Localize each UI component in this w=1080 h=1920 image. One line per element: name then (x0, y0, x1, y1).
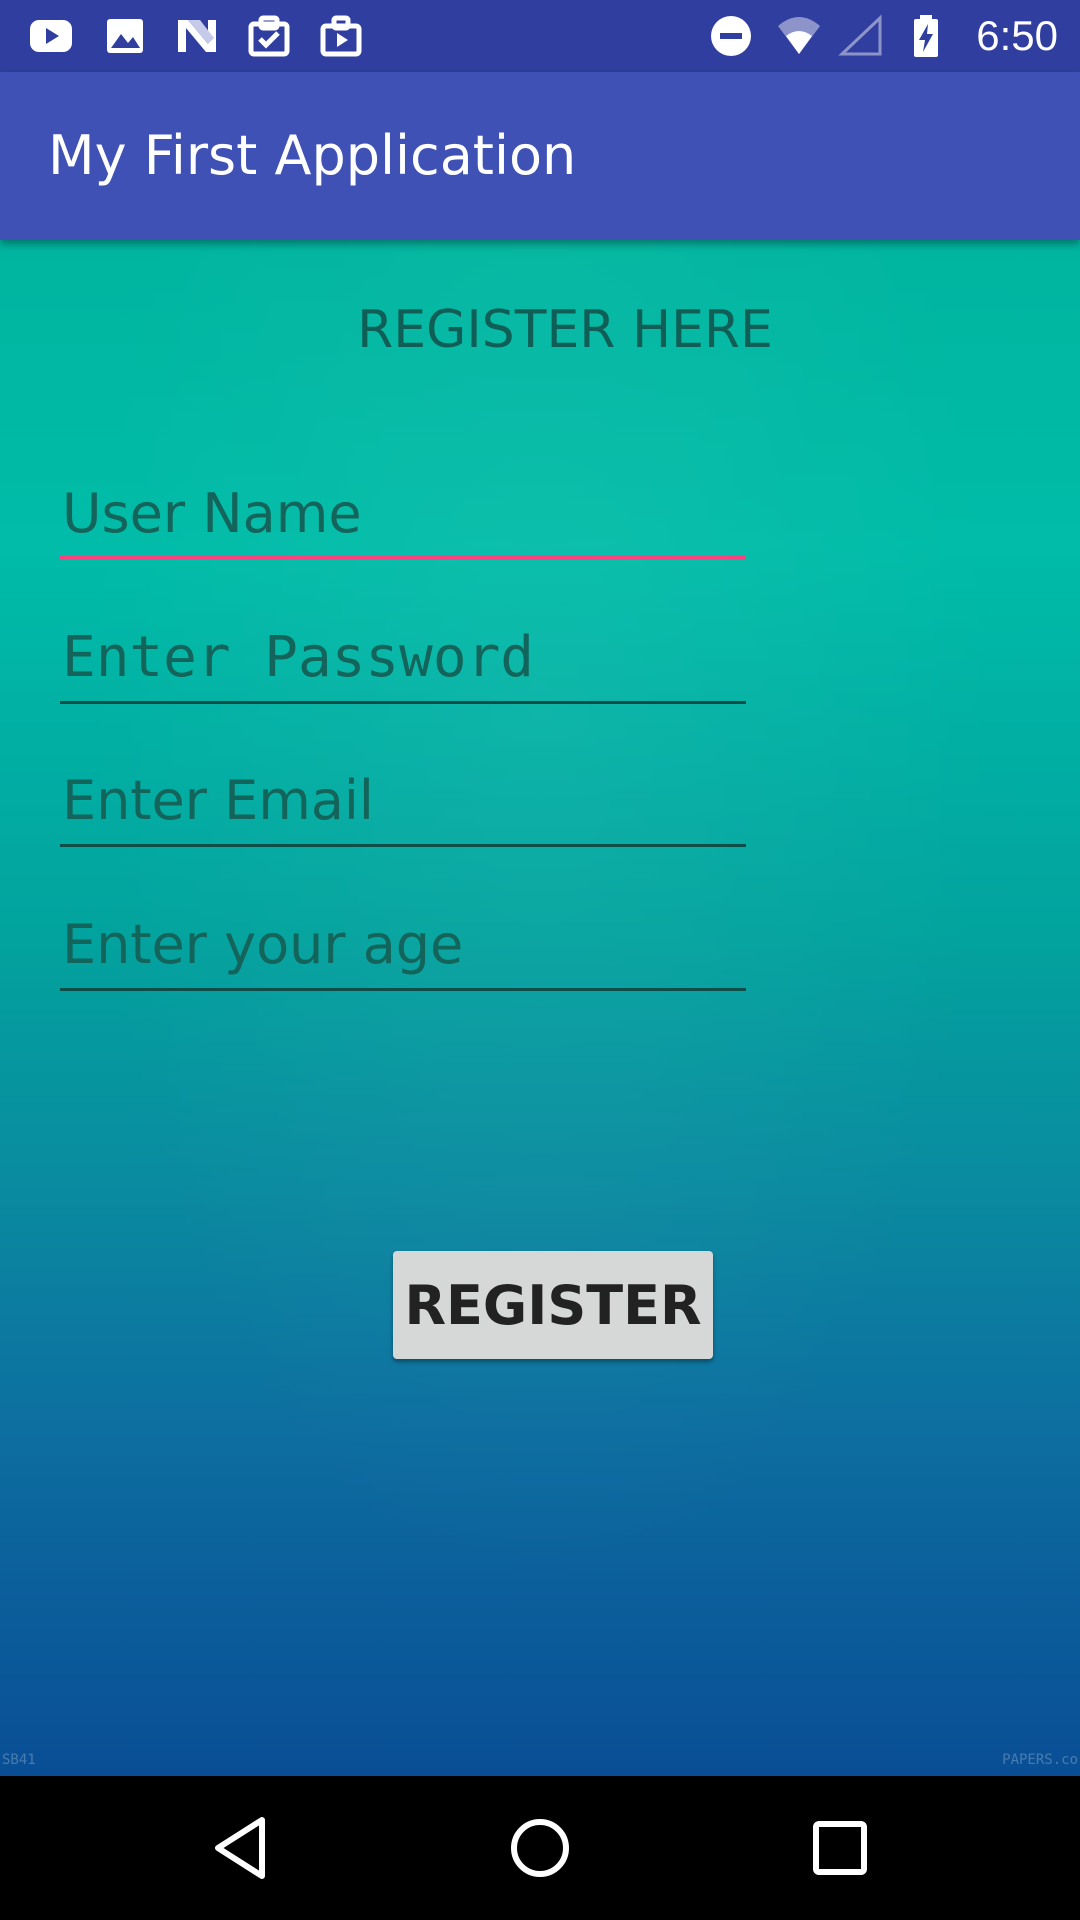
n-logo-icon (174, 14, 220, 58)
age-input[interactable] (60, 901, 748, 987)
wifi-icon (776, 14, 822, 58)
briefcase-play-icon (318, 14, 364, 58)
image-icon (102, 14, 148, 58)
user-name-input[interactable] (60, 470, 748, 556)
email-input[interactable] (60, 757, 748, 843)
status-bar: 6:50 (0, 0, 1080, 72)
app-bar: My First Application (0, 72, 1080, 240)
do-not-disturb-icon (708, 14, 754, 58)
email-underline (60, 844, 746, 847)
status-time: 6:50 (976, 12, 1058, 59)
app-title: My First Application (48, 124, 577, 187)
back-icon[interactable] (200, 1808, 280, 1888)
content-area: REGISTER HERE REGISTER SB41 PAPERS.co (0, 240, 1080, 1776)
navigation-bar (0, 1776, 1080, 1920)
watermark-right: PAPERS.co (1002, 1752, 1078, 1768)
clipboard-check-icon (246, 14, 292, 58)
screen: 6:50 My First Application REGISTER HERE … (0, 0, 1080, 1920)
register-button[interactable]: REGISTER (393, 1251, 713, 1359)
recents-icon[interactable] (800, 1808, 880, 1888)
youtube-icon (28, 14, 74, 58)
email-field (60, 757, 748, 847)
watermark-left: SB41 (2, 1752, 36, 1768)
age-field (60, 901, 748, 991)
age-underline (60, 988, 746, 991)
home-icon[interactable] (500, 1808, 580, 1888)
cell-signal-icon (838, 14, 884, 58)
password-input[interactable] (60, 614, 748, 700)
user-name-field (60, 470, 748, 560)
register-heading: REGISTER HERE (357, 300, 773, 360)
password-field (60, 614, 748, 704)
password-underline (60, 701, 746, 704)
user-name-underline (60, 555, 746, 560)
battery-charging-icon (906, 14, 946, 58)
